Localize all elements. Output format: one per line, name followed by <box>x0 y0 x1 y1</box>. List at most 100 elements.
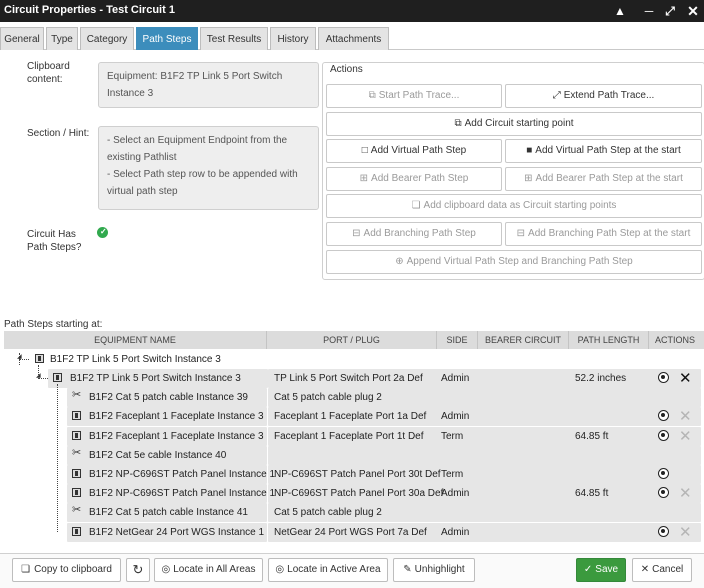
cable-icon: ✂ <box>72 504 82 516</box>
add-circuit-start-button[interactable]: ⧉ Add Circuit starting point <box>326 112 702 136</box>
root-equipment-name[interactable]: B1F2 TP Link 5 Port Switch Instance 3 <box>50 353 221 366</box>
add-branching-step-button[interactable]: ⊟ Add Branching Path Step <box>326 222 502 246</box>
equipment-name-cell: B1F2 TP Link 5 Port Switch Instance 3 <box>70 373 241 384</box>
col-port-plug[interactable]: PORT / PLUG <box>267 331 437 349</box>
copy-icon: ❏ <box>21 564 31 575</box>
add-circuit-start-label: Add Circuit starting point <box>464 118 574 129</box>
unhighlight-label: Unhighlight <box>414 564 465 575</box>
extend-path-trace-label: Extend Path Trace... <box>563 90 655 101</box>
port-plug-cell: Faceplant 1 Faceplate Port 1t Def <box>274 431 424 442</box>
locate-active-area-button[interactable]: ◎ Locate in Active Area <box>268 558 388 582</box>
append-virtual-branching-label: Append Virtual Path Step and Branching P… <box>406 256 633 267</box>
save-label: Save <box>595 564 619 575</box>
collapse-icon[interactable]: ▲ <box>612 3 628 19</box>
minus-square-icon: ⊟ <box>352 228 361 239</box>
equipment-icon <box>72 411 81 420</box>
window-title: Circuit Properties - Test Circuit 1 <box>4 4 175 16</box>
delete-step-icon[interactable]: ✕ <box>679 429 692 444</box>
resize-icon: ⤢ <box>552 90 561 101</box>
tab-path-steps[interactable]: Path Steps <box>136 27 198 50</box>
equipment-icon <box>72 431 81 440</box>
close-icon[interactable]: ✕ <box>685 3 701 19</box>
locate-target-icon[interactable] <box>658 430 669 441</box>
delete-step-icon[interactable]: ✕ <box>679 371 692 386</box>
external-link-icon: ⧉ <box>368 90 376 101</box>
add-virtual-step-button[interactable]: □ Add Virtual Path Step <box>326 139 502 163</box>
expand-icon[interactable]: ⤢ <box>662 3 678 19</box>
equipment-icon <box>35 354 44 363</box>
tree-line <box>57 384 58 532</box>
col-path-length[interactable]: PATH LENGTH <box>569 331 649 349</box>
locate-target-icon[interactable] <box>658 372 669 383</box>
delete-step-icon[interactable]: ✕ <box>679 486 692 501</box>
add-branching-step-start-button[interactable]: ⊟ Add Branching Path Step at the start <box>505 222 702 246</box>
add-bearer-step-start-button[interactable]: ⊞ Add Bearer Path Step at the start <box>505 167 702 191</box>
copy-to-clipboard-label: Copy to clipboard <box>34 564 112 575</box>
refresh-icon: ↻ <box>132 562 144 577</box>
cancel-button[interactable]: ✕ Cancel <box>632 558 692 582</box>
equipment-name-cell: B1F2 Cat 5 patch cable Instance 39 <box>89 392 248 403</box>
refresh-button[interactable]: ↻ <box>126 558 150 582</box>
equipment-name-cell: B1F2 Faceplant 1 Faceplate Instance 3 <box>89 431 264 442</box>
append-virtual-branching-button[interactable]: ⊕ Append Virtual Path Step and Branching … <box>326 250 702 274</box>
path-length-cell: 52.2 inches <box>575 373 627 384</box>
save-button[interactable]: ✓ Save <box>576 558 626 582</box>
side-cell: Admin <box>441 411 470 422</box>
locate-all-areas-button[interactable]: ◎ Locate in All Areas <box>154 558 263 582</box>
equipment-icon <box>72 488 81 497</box>
plus-square-filled-icon: ⊞ <box>524 173 533 184</box>
equipment-name-cell: B1F2 NP-C696ST Patch Panel Instance 1 <box>89 469 276 480</box>
tab-general[interactable]: General <box>0 27 44 50</box>
add-virtual-step-start-button[interactable]: ■ Add Virtual Path Step at the start <box>505 139 702 163</box>
check-icon: ✓ <box>97 227 108 238</box>
locate-target-icon[interactable] <box>658 410 669 421</box>
col-side[interactable]: SIDE <box>437 331 478 349</box>
external-link-icon: ⧉ <box>454 118 462 129</box>
extend-path-trace-button[interactable]: ⤢ Extend Path Trace... <box>505 84 702 108</box>
tab-attachments[interactable]: Attachments <box>318 27 389 50</box>
collapse-toggle-icon[interactable]: ◢ <box>36 372 41 379</box>
col-equipment-name[interactable]: EQUIPMENT NAME <box>4 331 267 349</box>
check-icon: ✓ <box>583 564 593 575</box>
add-clipboard-data-button[interactable]: ❏ Add clipboard data as Circuit starting … <box>326 194 702 218</box>
square-filled-icon: ■ <box>526 145 533 156</box>
tab-category[interactable]: Category <box>80 27 134 50</box>
start-path-trace-button[interactable]: ⧉ Start Path Trace... <box>326 84 502 108</box>
port-plug-cell: NP-C696ST Patch Panel Port 30t Def <box>274 469 441 480</box>
copy-to-clipboard-button[interactable]: ❏ Copy to clipboard <box>12 558 121 582</box>
port-plug-cell: NP-C696ST Patch Panel Port 30a Def <box>274 488 444 499</box>
unhighlight-button[interactable]: ✎ Unhighlight <box>393 558 475 582</box>
tab-type[interactable]: Type <box>46 27 78 50</box>
tab-test-results[interactable]: Test Results <box>200 27 268 50</box>
equipment-icon <box>53 373 62 382</box>
equipment-name-cell: B1F2 NP-C696ST Patch Panel Instance 1 <box>89 488 276 499</box>
side-cell: Admin <box>441 488 470 499</box>
delete-step-icon[interactable]: ✕ <box>679 409 692 424</box>
close-icon: ✕ <box>640 564 650 575</box>
delete-step-icon[interactable]: ✕ <box>679 525 692 540</box>
minimize-icon[interactable]: ─ <box>641 3 657 19</box>
col-actions[interactable]: ACTIONS <box>649 331 701 349</box>
plus-circle-icon: ⊕ <box>395 256 404 267</box>
cancel-label: Cancel <box>652 564 684 575</box>
equipment-icon <box>72 527 81 536</box>
port-plug-cell: Faceplant 1 Faceplate Port 1a Def <box>274 411 427 422</box>
minus-square-filled-icon: ⊟ <box>516 228 526 239</box>
has-steps-label: Circuit Has Path Steps? <box>27 229 82 253</box>
plus-square-icon: ⊞ <box>359 173 369 184</box>
tab-history[interactable]: History <box>270 27 316 50</box>
hint-line-2: - Select Path step row to be appended wi… <box>107 169 298 197</box>
path-length-cell: 64.85 ft <box>575 488 609 499</box>
add-bearer-step-label: Add Bearer Path Step <box>371 173 469 184</box>
col-bearer-circuit[interactable]: BEARER CIRCUIT <box>478 331 569 349</box>
locate-target-icon[interactable] <box>658 468 669 479</box>
locate-target-icon[interactable] <box>658 487 669 498</box>
add-virtual-step-label: Add Virtual Path Step <box>370 145 467 156</box>
add-bearer-step-button[interactable]: ⊞ Add Bearer Path Step <box>326 167 502 191</box>
port-plug-cell: Cat 5 patch cable plug 2 <box>274 392 382 403</box>
collapse-toggle-icon[interactable]: ◢ <box>17 353 22 360</box>
equipment-name-cell: B1F2 Cat 5e cable Instance 40 <box>89 450 227 461</box>
side-cell: Term <box>441 431 464 442</box>
clipboard-label: Clipboard content: <box>27 61 70 85</box>
locate-target-icon[interactable] <box>658 526 669 537</box>
